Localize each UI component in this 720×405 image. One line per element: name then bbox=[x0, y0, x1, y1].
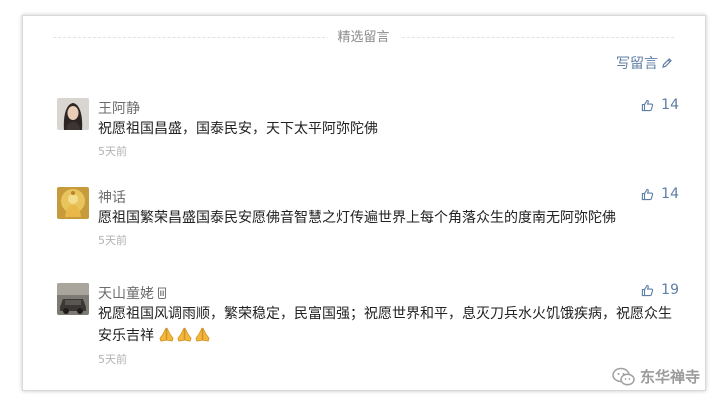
folded-hands-icon bbox=[195, 327, 210, 342]
comment-text: 愿祖国繁荣昌盛国泰民安愿佛音智慧之灯传遍世界上每个角落众生的度南无阿弥陀佛 bbox=[98, 210, 616, 226]
cup-badge-icon bbox=[158, 287, 166, 299]
comment-nickname: 神话 bbox=[98, 187, 126, 207]
comment-nickname: 王阿静 bbox=[98, 98, 140, 118]
wechat-watermark: 东华禅寺 bbox=[612, 366, 700, 387]
like-button[interactable]: 19 bbox=[641, 282, 679, 298]
emoji-group bbox=[158, 327, 212, 344]
comment-item: 天山童姥 19 祝愿祖国风调雨顺，繁荣稳定，民富国强；祝愿世界和平，息灭刀兵水火… bbox=[57, 282, 679, 367]
thumbs-up-icon bbox=[642, 188, 654, 200]
section-header: 精选留言 bbox=[53, 16, 674, 52]
nickname-text: 天山童姥 bbox=[98, 286, 154, 302]
write-comment-button[interactable]: 写留言 bbox=[616, 53, 673, 73]
watermark-text: 东华禅寺 bbox=[639, 368, 700, 386]
like-count: 14 bbox=[661, 97, 679, 113]
folded-hands-icon bbox=[159, 327, 174, 342]
comments-panel: 精选留言 写留言 王阿静 14 祝愿祖国昌盛，国泰民安，天下太平阿弥陀佛 5天前 bbox=[22, 15, 706, 391]
avatar[interactable] bbox=[57, 283, 89, 315]
comment-time: 5天前 bbox=[98, 353, 127, 366]
nickname-text: 王阿静 bbox=[98, 101, 140, 117]
avatar[interactable] bbox=[57, 187, 89, 219]
like-button[interactable]: 14 bbox=[641, 97, 679, 113]
like-button[interactable]: 14 bbox=[641, 186, 679, 202]
thumbs-up-icon bbox=[642, 284, 654, 296]
comment-time: 5天前 bbox=[98, 145, 127, 158]
wechat-logo-icon bbox=[612, 367, 635, 385]
write-comment-label: 写留言 bbox=[616, 56, 658, 72]
nickname-text: 神话 bbox=[98, 190, 126, 206]
comment-text: 祝愿祖国昌盛，国泰民安，天下太平阿弥陀佛 bbox=[98, 121, 378, 137]
like-count: 19 bbox=[661, 282, 679, 298]
comment-item: 神话 14 愿祖国繁荣昌盛国泰民安愿佛音智慧之灯传遍世界上每个角落众生的度南无阿… bbox=[57, 186, 679, 251]
comment-time: 5天前 bbox=[98, 234, 127, 247]
comment-nickname: 天山童姥 bbox=[98, 283, 167, 303]
avatar[interactable] bbox=[57, 98, 89, 130]
comment-item: 王阿静 14 祝愿祖国昌盛，国泰民安，天下太平阿弥陀佛 5天前 bbox=[57, 97, 679, 162]
comment-text: 祝愿祖国风调雨顺，繁荣稳定，民富国强；祝愿世界和平，息灭刀兵水火饥饿疾病，祝愿众… bbox=[98, 303, 678, 347]
like-count: 14 bbox=[661, 186, 679, 202]
folded-hands-icon bbox=[177, 327, 192, 342]
pencil-icon bbox=[662, 58, 672, 68]
thumbs-up-icon bbox=[642, 99, 654, 111]
section-title: 精选留言 bbox=[327, 26, 400, 45]
